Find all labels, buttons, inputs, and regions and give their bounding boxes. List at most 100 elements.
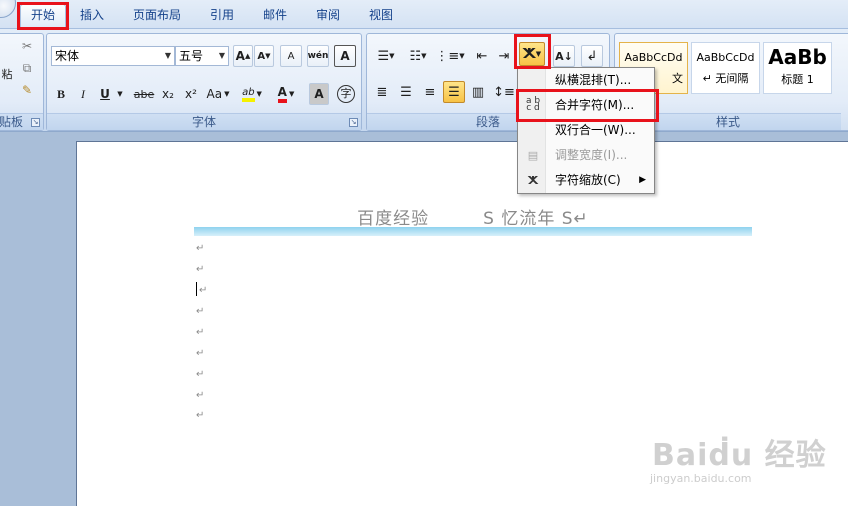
chevron-down-icon[interactable]: ▼ — [115, 83, 125, 105]
distributed-icon: ▥ — [471, 84, 485, 100]
phonetic-guide-button[interactable]: wén — [307, 45, 329, 67]
align-left-button[interactable]: ≣ — [371, 81, 393, 103]
paste-label: 粘 — [1, 68, 13, 81]
shrink-font-button[interactable]: A ▼ — [254, 45, 274, 67]
font-group-label: 字体 — [47, 113, 361, 130]
paragraph-mark: ↵ — [196, 306, 205, 317]
copy-icon[interactable]: ⧉ — [19, 60, 35, 76]
multilevel-list-icon: ⋮≡ — [435, 48, 460, 64]
text-caret — [196, 282, 197, 296]
underline-button[interactable]: U — [95, 83, 115, 105]
tab-review[interactable]: 审阅 — [314, 6, 342, 28]
watermark-url: jingyan.baidu.com — [650, 472, 752, 485]
office-button[interactable] — [0, 0, 16, 18]
ribbon-tab-bar: 开始 插入 页面布局 引用 邮件 审阅 视图 — [0, 0, 848, 30]
tab-references[interactable]: 引用 — [208, 6, 236, 28]
menu-item-fit-text: ▤ 调整宽度(I)... — [520, 144, 652, 167]
change-case-button[interactable]: Aa ▼ — [204, 83, 232, 105]
character-shading-button[interactable]: A — [309, 83, 329, 105]
chevron-down-icon: ▼ — [164, 51, 171, 60]
menu-item-two-lines-in-one[interactable]: 双行合一(W)... — [520, 119, 652, 142]
align-left-icon: ≣ — [376, 84, 388, 100]
sort-button[interactable]: A↓ — [553, 45, 575, 67]
clear-format-button[interactable]: A — [280, 45, 302, 67]
tab-insert[interactable]: 插入 — [78, 6, 106, 28]
asian-layout-icon: ⵅ — [522, 46, 536, 62]
paragraph-mark: ↵ — [196, 327, 205, 338]
chevron-down-icon: ▼ — [218, 51, 225, 60]
justify-icon: ☰ — [448, 84, 460, 100]
strikethrough-button[interactable]: abe — [131, 83, 157, 105]
style-tile-heading-1[interactable]: AaBb 标题 1 — [763, 42, 832, 94]
distributed-button[interactable]: ▥ — [467, 81, 489, 103]
bold-icon: B — [56, 86, 65, 101]
tab-view[interactable]: 视图 — [367, 6, 395, 28]
submenu-arrow-icon: ▶ — [639, 175, 646, 185]
decrease-indent-button[interactable]: ⇤ — [471, 45, 493, 67]
font-size-value: 五号 — [179, 49, 204, 63]
character-scaling-icon: ⵅ — [527, 174, 539, 187]
menu-item-label: 调整宽度(I)... — [555, 148, 628, 162]
grow-font-button[interactable]: A ▲ — [233, 45, 253, 67]
baidu-watermark-logo: Baiḋu 经验 jingyan.baidu.com — [648, 420, 848, 500]
combine-characters-icon: a bc d — [525, 96, 541, 113]
align-right-button[interactable]: ≡ — [419, 81, 441, 103]
font-name-combo[interactable]: 宋体 ▼ — [51, 46, 175, 66]
character-border-button[interactable]: A — [334, 45, 356, 67]
increase-indent-button[interactable]: ⇥ — [493, 45, 515, 67]
subscript-button[interactable]: x₂ — [157, 83, 179, 105]
font-size-combo[interactable]: 五号 ▼ — [175, 46, 229, 66]
decrease-indent-icon: ⇤ — [476, 48, 488, 64]
numbering-button[interactable]: ☷ ▼ — [403, 45, 433, 67]
tab-home[interactable]: 开始 — [20, 4, 66, 28]
highlight-button[interactable]: ab ▼ — [237, 83, 267, 105]
bold-button[interactable]: B — [51, 83, 71, 105]
line-spacing-button[interactable]: ↕≡ — [491, 81, 517, 103]
format-painter-icon[interactable]: ✎ — [19, 82, 35, 98]
bullets-button[interactable]: ☰ ▼ — [371, 45, 401, 67]
change-case-icon: Aa — [206, 87, 223, 101]
style-sample: AaBb — [768, 45, 827, 69]
paragraph-mark: ↵ — [196, 410, 205, 421]
subscript-icon: x₂ — [162, 87, 174, 101]
strikethrough-icon: abe — [133, 87, 155, 101]
menu-item-vertical-in-horizontal[interactable]: 纵横混排(T)... — [520, 69, 652, 92]
superscript-icon: x² — [185, 87, 197, 101]
page-header-text: 百度经验 S 忆流年 S↵ — [357, 209, 589, 229]
font-name-value: 宋体 — [55, 49, 80, 63]
tab-mailings[interactable]: 邮件 — [261, 6, 289, 28]
clipboard-group: 粘 ✂ ⧉ ✎ 贴板 ↘ — [0, 33, 44, 131]
paragraph-mark: ↵ — [196, 369, 205, 380]
font-color-icon: A — [277, 85, 287, 103]
font-launcher-icon[interactable]: ↘ — [349, 118, 358, 127]
styles-label: 样式 — [715, 115, 740, 129]
character-shading-icon: A — [314, 87, 324, 101]
justify-button[interactable]: ☰ — [443, 81, 465, 103]
align-center-icon: ☰ — [400, 84, 412, 100]
menu-item-character-scaling[interactable]: ⵅ 字符缩放(C) ▶ — [520, 169, 652, 192]
style-tile-no-spacing[interactable]: AaBbCcDd ↵ 无间隔 — [691, 42, 760, 94]
asian-layout-button[interactable]: ⵅ ▼ — [519, 42, 545, 66]
paste-button[interactable]: 粘 — [1, 40, 13, 81]
clipboard-launcher-icon[interactable]: ↘ — [31, 118, 40, 127]
ribbon: 粘 ✂ ⧉ ✎ 贴板 ↘ 宋体 ▼ 五号 ▼ A ▲ A ▼ A wén A B I… — [0, 28, 848, 132]
font-group: 宋体 ▼ 五号 ▼ A ▲ A ▼ A wén A B I U ▼ abe x₂ x… — [46, 33, 362, 131]
superscript-button[interactable]: x² — [180, 83, 202, 105]
clipboard-label: 贴板 — [0, 115, 24, 129]
multilevel-list-button[interactable]: ⋮≡ ▼ — [435, 45, 465, 67]
enclose-characters-button[interactable]: 字 — [335, 83, 357, 105]
menu-item-combine-characters[interactable]: a bc d 合并字符(M)... — [520, 94, 652, 117]
paragraph-mark: ↵ — [196, 348, 205, 359]
font-color-button[interactable]: A ▼ — [271, 83, 301, 105]
sort-icon: A↓ — [555, 49, 573, 63]
header-rule — [194, 227, 752, 236]
tab-page-layout[interactable]: 页面布局 — [131, 6, 183, 28]
asian-layout-menu: 纵横混排(T)... a bc d 合并字符(M)... 双行合一(W)... … — [517, 67, 655, 194]
italic-button[interactable]: I — [73, 83, 93, 105]
align-center-button[interactable]: ☰ — [395, 81, 417, 103]
italic-icon: I — [81, 86, 85, 101]
font-label: 字体 — [191, 115, 216, 129]
shrink-font-icon: A — [257, 50, 266, 62]
show-hide-marks-button[interactable]: ↲ — [581, 45, 603, 67]
cut-icon[interactable]: ✂ — [19, 38, 35, 54]
